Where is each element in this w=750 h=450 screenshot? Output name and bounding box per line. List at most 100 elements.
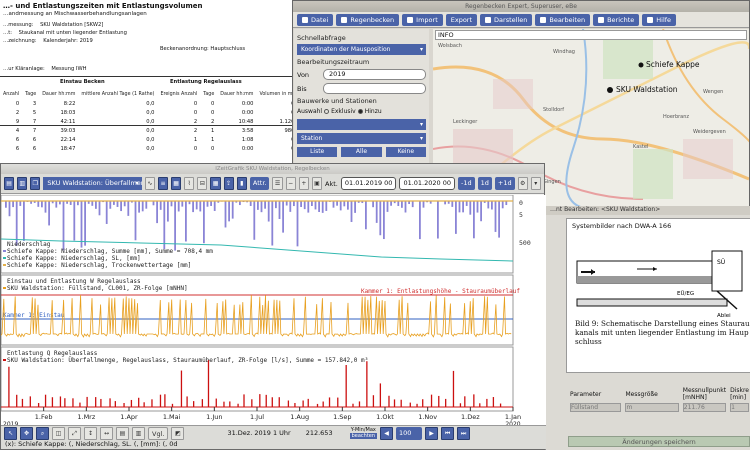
overflow-bar (201, 399, 204, 407)
overflow-bar (352, 403, 354, 407)
messgroesse-select[interactable]: m (625, 403, 679, 412)
precip-bar (195, 201, 198, 210)
export-icon[interactable]: ⇪ (223, 177, 234, 190)
overflow-bar (416, 403, 418, 407)
liste-button[interactable]: Liste (297, 147, 338, 157)
zoom-out-icon[interactable]: − (285, 177, 296, 190)
next-icon[interactable]: ▶ (425, 426, 439, 440)
step-one-button[interactable]: 1d (477, 177, 492, 190)
zoom-select[interactable]: 100 (396, 426, 423, 440)
fit-icon[interactable]: ◫ (52, 426, 65, 440)
last-icon[interactable]: ⏭ (457, 426, 471, 440)
copy-icon[interactable]: ❐ (30, 177, 41, 190)
print-icon[interactable]: ▥ (17, 177, 28, 190)
overflow-bar (186, 396, 188, 407)
schnellabfrage-select[interactable]: Koordinaten der Mausposition (297, 44, 426, 55)
precip-bar (98, 201, 101, 216)
settings-icon[interactable]: ⚙ (517, 177, 528, 190)
map-window-title: Regenbecken Expert, Superuser, eBe (293, 1, 749, 12)
attr-button[interactable]: Attr. (249, 177, 270, 190)
system-diagram: SÜ EÜ/EG Ablei (576, 250, 743, 319)
menu-import[interactable]: Import (402, 14, 443, 26)
more-icon[interactable]: ▾ (530, 177, 541, 190)
menu-hilfe[interactable]: Hilfe (642, 14, 677, 26)
scale-icon[interactable]: ⤢ (68, 426, 81, 440)
exklusiv-radio[interactable] (324, 109, 330, 114)
x-tick-label: 1.Jul (250, 413, 264, 421)
overflow-bar (316, 403, 319, 407)
menu-regenbecken[interactable]: Regenbecken (336, 14, 400, 26)
save-changes-button[interactable]: Änderungen speichern (568, 436, 750, 447)
checkbox-icon[interactable]: ▣ (311, 177, 323, 190)
precip-bar (354, 201, 356, 213)
bis-input[interactable] (323, 83, 426, 94)
keine-button[interactable]: Keine (385, 147, 426, 157)
trend-icon[interactable]: ⌇ (184, 177, 195, 190)
alle-button[interactable]: Alle (341, 147, 382, 157)
overflow-bar (171, 403, 174, 407)
curve-icon[interactable]: ∿ (144, 177, 155, 190)
step-forward-button[interactable]: +1d (494, 177, 515, 190)
precip-bar (44, 201, 47, 213)
station-series-select[interactable]: SKU Waldstation: Überfallmenge, Re (43, 177, 142, 190)
zoom-icon[interactable]: ⌕ (36, 426, 49, 440)
diskret-input[interactable]: 1 (730, 403, 749, 412)
y-zoom-icon[interactable]: ↕ (84, 426, 97, 440)
overflow-bar (492, 397, 495, 407)
vgl-button[interactable]: Vgl. (148, 426, 169, 440)
cursor-icon[interactable]: ↖ (4, 426, 17, 440)
precip-bar (145, 201, 148, 209)
zoom-in-icon[interactable]: + (298, 177, 309, 190)
precip-bar (257, 201, 259, 210)
param-header: Messgröße (625, 390, 658, 398)
step-back-button[interactable]: -1d (458, 177, 475, 190)
lines-icon[interactable]: ☰ (272, 177, 283, 190)
station-marker-schiefe-kappe[interactable] (638, 62, 644, 68)
overflow-bar (486, 398, 488, 407)
precip-bar (213, 201, 216, 211)
precip-bar (314, 201, 317, 210)
station-select[interactable]: Station (297, 133, 426, 144)
timeseries-chart[interactable]: 05500NiederschlagSchiefe Kappe: Niedersc… (1, 195, 546, 427)
layers-icon[interactable]: ◩ (171, 426, 185, 440)
grid-icon[interactable]: ▦ (210, 177, 221, 190)
timeseries-window: IZeitGrafik SKU Waldstation, Regelbecken… (0, 163, 546, 450)
menu-datei[interactable]: Datei (297, 14, 334, 26)
compare-chart-icon[interactable]: ▥ (132, 426, 145, 440)
parameter-select[interactable]: Füllstand (570, 403, 622, 412)
first-icon[interactable]: ⏮ (441, 426, 455, 440)
pan-icon[interactable]: ✥ (20, 426, 33, 440)
x-zoom-icon[interactable]: ↔ (100, 426, 113, 440)
messnullpunkt-input[interactable]: 211.76 (682, 403, 727, 412)
date-to-input[interactable]: 01.01.2020 00 (399, 177, 455, 190)
precip-bar (37, 201, 40, 207)
station-marker-sku-waldstation[interactable] (607, 87, 613, 93)
von-input[interactable]: 2019 (323, 69, 426, 80)
overflow-bar (114, 401, 116, 407)
precip-bar (455, 201, 457, 234)
table-icon[interactable]: ▦ (171, 177, 182, 190)
chart-icon[interactable]: ▤ (116, 426, 129, 440)
report-col-header: Anzahl (3, 92, 20, 97)
bauwerk-select[interactable] (297, 119, 426, 130)
yminmax-select[interactable]: beachten (349, 433, 378, 439)
bars-icon[interactable]: ▮ (236, 177, 247, 190)
menu-bearbeiten[interactable]: Bearbeiten (535, 14, 591, 26)
stack-icon[interactable]: ≡ (157, 177, 169, 190)
system-image-caption: Bild 9: Schematische Darstellung eines S… (575, 319, 750, 346)
report-col-header: Dauer hh:mm (220, 92, 254, 97)
measure-icon[interactable]: ⊟ (197, 177, 208, 190)
report-field: …zeichnung: Kalenderjahr: 2019 (3, 38, 93, 44)
overflow-bar (372, 395, 375, 407)
precip-bar (167, 201, 169, 222)
open-icon[interactable]: ▤ (4, 177, 15, 190)
precip-bar (138, 201, 140, 213)
hinzu-radio[interactable] (357, 109, 363, 114)
menu-berichte[interactable]: Berichte (593, 14, 640, 26)
overflow-bar (237, 403, 239, 407)
menu-darstellen[interactable]: Darstellen (480, 14, 533, 26)
precip-bar (501, 201, 504, 209)
menu-export[interactable]: Export (445, 14, 478, 26)
previous-icon[interactable]: ◀ (380, 426, 394, 440)
date-from-input[interactable]: 01.01.2019 00 (340, 177, 397, 190)
